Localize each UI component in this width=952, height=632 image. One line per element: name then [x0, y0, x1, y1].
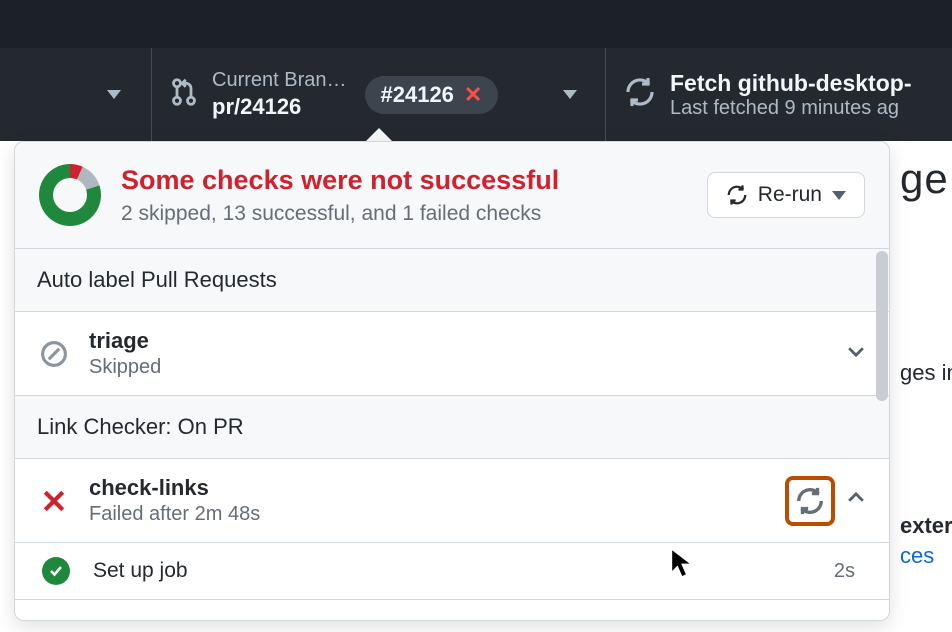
scroll-thumb[interactable]: [876, 251, 888, 401]
x-icon: [37, 487, 71, 515]
job-row-triage[interactable]: triage Skipped: [15, 312, 889, 396]
fetch-subtitle: Last fetched 9 minutes ag: [670, 97, 911, 120]
scrollbar[interactable]: [875, 249, 889, 620]
git-pull-request-icon: [170, 76, 198, 113]
sync-icon: [726, 184, 748, 206]
checks-donut-chart: [39, 164, 101, 226]
toolbar-section-branch[interactable]: Current Bran… pr/24126 #24126 ✕: [152, 48, 606, 141]
main-toolbar: Current Bran… pr/24126 #24126 ✕ Fetch gi…: [0, 48, 952, 141]
chevron-down-icon: [832, 191, 846, 200]
rerun-button[interactable]: Re-run: [707, 172, 865, 218]
cursor-pointer: [670, 548, 694, 583]
skip-icon: [37, 340, 71, 368]
checks-body: Auto label Pull Requests triage Skipped …: [15, 249, 889, 620]
toolbar-section-repo[interactable]: [0, 48, 152, 141]
step-row[interactable]: Set up job 2s: [15, 543, 889, 600]
job-row-check-links[interactable]: check-links Failed after 2m 48s: [15, 459, 889, 543]
rerun-job-button[interactable]: [785, 476, 835, 526]
step-name: Set up job: [93, 559, 816, 583]
fetch-title: Fetch github-desktop-: [670, 70, 911, 97]
job-subtitle: Failed after 2m 48s: [89, 503, 767, 526]
branch-name: pr/24126: [212, 93, 347, 121]
checks-list[interactable]: Auto label Pull Requests triage Skipped …: [15, 249, 889, 620]
pr-status-badge[interactable]: #24126 ✕: [365, 76, 499, 114]
checks-summary-subtitle: 2 skipped, 13 successful, and 1 failed c…: [121, 202, 559, 226]
pr-number: #24126: [381, 82, 454, 108]
x-icon: ✕: [464, 82, 482, 108]
branch-label: Current Bran…: [212, 68, 347, 93]
sync-icon: [795, 486, 825, 516]
workflow-header: Auto label Pull Requests: [15, 249, 889, 312]
background-text-fragment: exter: [900, 513, 952, 539]
chevron-up-icon[interactable]: [845, 487, 867, 514]
rerun-label: Re-run: [758, 183, 822, 207]
title-bar: [0, 0, 952, 48]
checks-summary-text: Some checks were not successful 2 skippe…: [121, 164, 559, 226]
fetch-labels: Fetch github-desktop- Last fetched 9 min…: [670, 70, 911, 120]
checks-summary-title: Some checks were not successful: [121, 164, 559, 198]
background-text-fragment: ges in: [900, 360, 952, 386]
sync-icon: [624, 76, 656, 113]
check-circle-icon: [37, 557, 75, 585]
step-duration: 2s: [834, 560, 855, 583]
job-name: triage: [89, 328, 827, 354]
workflow-header: Link Checker: On PR: [15, 396, 889, 459]
chevron-down-icon: [107, 90, 121, 99]
chevron-down-icon: [563, 90, 577, 99]
branch-labels: Current Bran… pr/24126: [212, 68, 347, 121]
ci-checks-popover: Some checks were not successful 2 skippe…: [14, 141, 890, 621]
job-name: check-links: [89, 475, 767, 501]
background-link-fragment[interactable]: ces: [900, 543, 934, 569]
popover-arrow: [365, 128, 393, 142]
toolbar-section-fetch[interactable]: Fetch github-desktop- Last fetched 9 min…: [606, 48, 952, 141]
job-subtitle: Skipped: [89, 356, 827, 379]
background-heading-fragment: ge: [900, 155, 949, 203]
checks-summary-header: Some checks were not successful 2 skippe…: [15, 142, 889, 249]
chevron-down-icon[interactable]: [845, 340, 867, 367]
